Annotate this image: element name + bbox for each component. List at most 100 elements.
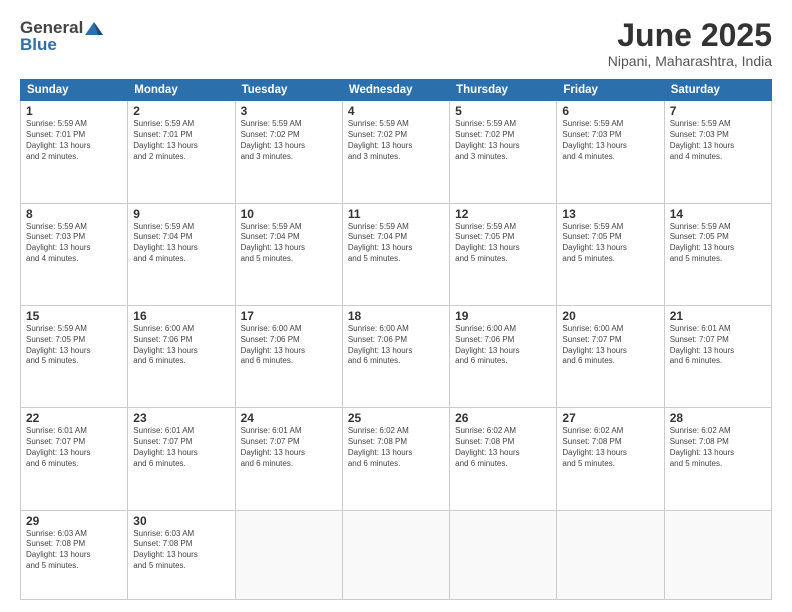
- day-info: Sunrise: 5:59 AM Sunset: 7:01 PM Dayligh…: [133, 119, 229, 162]
- calendar-cell: 9Sunrise: 5:59 AM Sunset: 7:04 PM Daylig…: [128, 203, 235, 305]
- calendar-cell: 5Sunrise: 5:59 AM Sunset: 7:02 PM Daylig…: [450, 101, 557, 203]
- calendar-cell: 18Sunrise: 6:00 AM Sunset: 7:06 PM Dayli…: [342, 305, 449, 407]
- calendar-cell: 10Sunrise: 5:59 AM Sunset: 7:04 PM Dayli…: [235, 203, 342, 305]
- calendar-cell: 21Sunrise: 6:01 AM Sunset: 7:07 PM Dayli…: [664, 305, 771, 407]
- day-number: 9: [133, 207, 229, 221]
- weekday-header-row: SundayMondayTuesdayWednesdayThursdayFrid…: [21, 80, 772, 101]
- day-info: Sunrise: 6:00 AM Sunset: 7:07 PM Dayligh…: [562, 324, 658, 367]
- day-info: Sunrise: 5:59 AM Sunset: 7:02 PM Dayligh…: [241, 119, 337, 162]
- weekday-header: Thursday: [450, 80, 557, 101]
- day-info: Sunrise: 6:00 AM Sunset: 7:06 PM Dayligh…: [241, 324, 337, 367]
- calendar-cell: [342, 510, 449, 599]
- day-info: Sunrise: 5:59 AM Sunset: 7:05 PM Dayligh…: [562, 222, 658, 265]
- day-info: Sunrise: 6:02 AM Sunset: 7:08 PM Dayligh…: [455, 426, 551, 469]
- day-number: 28: [670, 411, 766, 425]
- calendar-cell: 29Sunrise: 6:03 AM Sunset: 7:08 PM Dayli…: [21, 510, 128, 599]
- day-info: Sunrise: 5:59 AM Sunset: 7:04 PM Dayligh…: [241, 222, 337, 265]
- day-info: Sunrise: 6:02 AM Sunset: 7:08 PM Dayligh…: [348, 426, 444, 469]
- day-number: 19: [455, 309, 551, 323]
- weekday-header: Tuesday: [235, 80, 342, 101]
- calendar-cell: 26Sunrise: 6:02 AM Sunset: 7:08 PM Dayli…: [450, 408, 557, 510]
- day-number: 1: [26, 104, 122, 118]
- day-number: 24: [241, 411, 337, 425]
- calendar-cell: 19Sunrise: 6:00 AM Sunset: 7:06 PM Dayli…: [450, 305, 557, 407]
- calendar-cell: 2Sunrise: 5:59 AM Sunset: 7:01 PM Daylig…: [128, 101, 235, 203]
- calendar-cell: 22Sunrise: 6:01 AM Sunset: 7:07 PM Dayli…: [21, 408, 128, 510]
- day-number: 20: [562, 309, 658, 323]
- weekday-header: Friday: [557, 80, 664, 101]
- day-info: Sunrise: 5:59 AM Sunset: 7:04 PM Dayligh…: [133, 222, 229, 265]
- day-info: Sunrise: 6:02 AM Sunset: 7:08 PM Dayligh…: [670, 426, 766, 469]
- calendar-cell: [450, 510, 557, 599]
- day-info: Sunrise: 6:03 AM Sunset: 7:08 PM Dayligh…: [133, 529, 229, 572]
- calendar-cell: 8Sunrise: 5:59 AM Sunset: 7:03 PM Daylig…: [21, 203, 128, 305]
- calendar-cell: 30Sunrise: 6:03 AM Sunset: 7:08 PM Dayli…: [128, 510, 235, 599]
- calendar-cell: 20Sunrise: 6:00 AM Sunset: 7:07 PM Dayli…: [557, 305, 664, 407]
- calendar-cell: 14Sunrise: 5:59 AM Sunset: 7:05 PM Dayli…: [664, 203, 771, 305]
- title-block: June 2025 Nipani, Maharashtra, India: [608, 18, 772, 69]
- day-number: 14: [670, 207, 766, 221]
- day-number: 6: [562, 104, 658, 118]
- calendar-cell: 1Sunrise: 5:59 AM Sunset: 7:01 PM Daylig…: [21, 101, 128, 203]
- day-info: Sunrise: 5:59 AM Sunset: 7:01 PM Dayligh…: [26, 119, 122, 162]
- day-number: 13: [562, 207, 658, 221]
- logo-blue: Blue: [20, 35, 57, 55]
- day-info: Sunrise: 6:01 AM Sunset: 7:07 PM Dayligh…: [133, 426, 229, 469]
- day-number: 15: [26, 309, 122, 323]
- day-number: 5: [455, 104, 551, 118]
- day-number: 29: [26, 514, 122, 528]
- logo: General Blue: [20, 18, 105, 55]
- weekday-header: Sunday: [21, 80, 128, 101]
- day-number: 27: [562, 411, 658, 425]
- calendar-cell: 15Sunrise: 5:59 AM Sunset: 7:05 PM Dayli…: [21, 305, 128, 407]
- calendar-cell: 25Sunrise: 6:02 AM Sunset: 7:08 PM Dayli…: [342, 408, 449, 510]
- weekday-header: Saturday: [664, 80, 771, 101]
- calendar-cell: 16Sunrise: 6:00 AM Sunset: 7:06 PM Dayli…: [128, 305, 235, 407]
- calendar-cell: 23Sunrise: 6:01 AM Sunset: 7:07 PM Dayli…: [128, 408, 235, 510]
- calendar-title: June 2025: [608, 18, 772, 53]
- calendar-cell: 6Sunrise: 5:59 AM Sunset: 7:03 PM Daylig…: [557, 101, 664, 203]
- day-info: Sunrise: 5:59 AM Sunset: 7:03 PM Dayligh…: [670, 119, 766, 162]
- day-number: 16: [133, 309, 229, 323]
- calendar-cell: [664, 510, 771, 599]
- day-info: Sunrise: 5:59 AM Sunset: 7:05 PM Dayligh…: [26, 324, 122, 367]
- day-number: 30: [133, 514, 229, 528]
- calendar-cell: 3Sunrise: 5:59 AM Sunset: 7:02 PM Daylig…: [235, 101, 342, 203]
- header: General Blue June 2025 Nipani, Maharasht…: [20, 18, 772, 69]
- weekday-header: Monday: [128, 80, 235, 101]
- day-number: 21: [670, 309, 766, 323]
- logo-icon: [84, 21, 104, 36]
- calendar-cell: 12Sunrise: 5:59 AM Sunset: 7:05 PM Dayli…: [450, 203, 557, 305]
- day-info: Sunrise: 6:01 AM Sunset: 7:07 PM Dayligh…: [670, 324, 766, 367]
- calendar-cell: [235, 510, 342, 599]
- day-info: Sunrise: 5:59 AM Sunset: 7:05 PM Dayligh…: [670, 222, 766, 265]
- day-number: 25: [348, 411, 444, 425]
- day-number: 12: [455, 207, 551, 221]
- day-number: 2: [133, 104, 229, 118]
- day-info: Sunrise: 6:01 AM Sunset: 7:07 PM Dayligh…: [241, 426, 337, 469]
- calendar-cell: 4Sunrise: 5:59 AM Sunset: 7:02 PM Daylig…: [342, 101, 449, 203]
- weekday-header: Wednesday: [342, 80, 449, 101]
- day-info: Sunrise: 6:00 AM Sunset: 7:06 PM Dayligh…: [348, 324, 444, 367]
- day-info: Sunrise: 6:00 AM Sunset: 7:06 PM Dayligh…: [455, 324, 551, 367]
- day-number: 8: [26, 207, 122, 221]
- calendar-cell: 28Sunrise: 6:02 AM Sunset: 7:08 PM Dayli…: [664, 408, 771, 510]
- calendar-cell: 24Sunrise: 6:01 AM Sunset: 7:07 PM Dayli…: [235, 408, 342, 510]
- calendar-cell: 27Sunrise: 6:02 AM Sunset: 7:08 PM Dayli…: [557, 408, 664, 510]
- calendar-table: SundayMondayTuesdayWednesdayThursdayFrid…: [20, 79, 772, 600]
- day-number: 22: [26, 411, 122, 425]
- day-info: Sunrise: 5:59 AM Sunset: 7:02 PM Dayligh…: [455, 119, 551, 162]
- calendar-cell: 17Sunrise: 6:00 AM Sunset: 7:06 PM Dayli…: [235, 305, 342, 407]
- day-info: Sunrise: 6:02 AM Sunset: 7:08 PM Dayligh…: [562, 426, 658, 469]
- day-info: Sunrise: 5:59 AM Sunset: 7:02 PM Dayligh…: [348, 119, 444, 162]
- page: General Blue June 2025 Nipani, Maharasht…: [0, 0, 792, 612]
- day-number: 17: [241, 309, 337, 323]
- calendar-subtitle: Nipani, Maharashtra, India: [608, 53, 772, 69]
- day-info: Sunrise: 5:59 AM Sunset: 7:03 PM Dayligh…: [26, 222, 122, 265]
- day-info: Sunrise: 5:59 AM Sunset: 7:03 PM Dayligh…: [562, 119, 658, 162]
- day-info: Sunrise: 6:00 AM Sunset: 7:06 PM Dayligh…: [133, 324, 229, 367]
- day-number: 3: [241, 104, 337, 118]
- day-info: Sunrise: 6:01 AM Sunset: 7:07 PM Dayligh…: [26, 426, 122, 469]
- day-info: Sunrise: 5:59 AM Sunset: 7:05 PM Dayligh…: [455, 222, 551, 265]
- day-info: Sunrise: 5:59 AM Sunset: 7:04 PM Dayligh…: [348, 222, 444, 265]
